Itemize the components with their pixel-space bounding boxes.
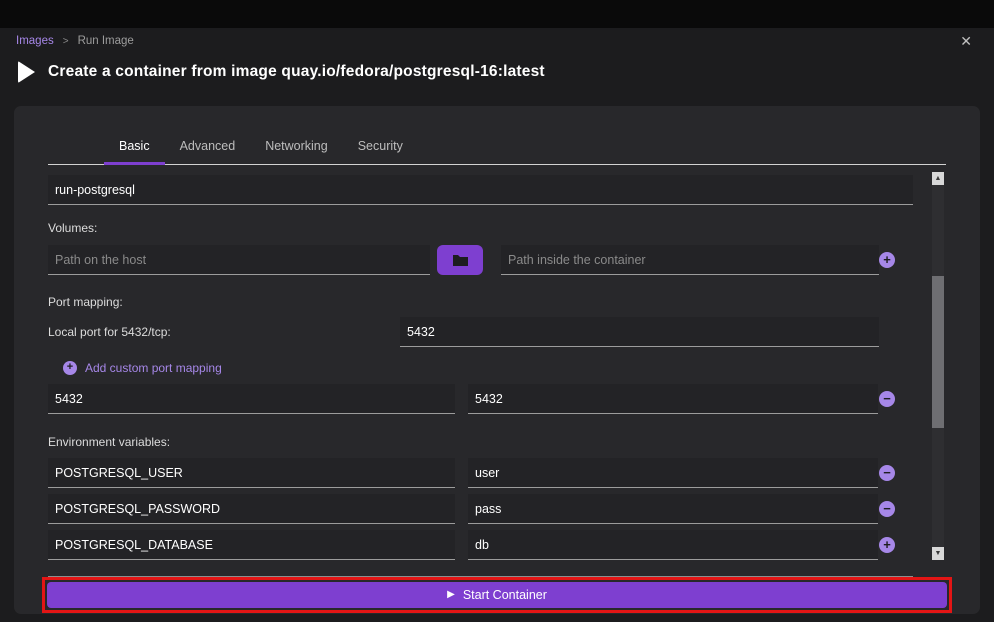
port-mapping-label: Port mapping: [48, 295, 913, 309]
breadcrumb-current: Run Image [78, 35, 134, 47]
run-play-icon [18, 61, 35, 83]
env-row: − [48, 455, 913, 491]
start-container-button[interactable]: ▶ Start Container [47, 582, 947, 608]
volumes-label: Volumes: [48, 221, 913, 235]
browse-folder-button[interactable] [437, 245, 483, 275]
scrollbar-thumb[interactable] [932, 276, 944, 428]
annotation-highlight-box: ▶ Start Container [42, 577, 952, 613]
form-content: Volumes: + Port mapping: Local port for … [14, 165, 913, 577]
env-value-input[interactable] [468, 530, 878, 560]
close-icon[interactable]: ✕ [954, 32, 978, 50]
add-env-row-icon[interactable]: + [879, 537, 895, 553]
env-value-input[interactable] [468, 494, 878, 524]
env-key-input[interactable] [48, 458, 455, 488]
page-title: Create a container from image quay.io/fe… [48, 63, 545, 81]
tab-security[interactable]: Security [343, 132, 418, 165]
add-volume-icon[interactable]: + [879, 252, 895, 268]
env-row: − [48, 491, 913, 527]
add-custom-port-mapping-link[interactable]: + Add custom port mapping [63, 361, 913, 375]
custom-port-container-input[interactable] [468, 384, 878, 414]
tab-bar: Basic Advanced Networking Security [48, 106, 946, 165]
remove-env-row-icon[interactable]: − [879, 465, 895, 481]
tab-basic[interactable]: Basic [104, 132, 165, 165]
vertical-scrollbar[interactable]: ▲ ▼ [932, 172, 944, 560]
volume-container-path-input[interactable] [501, 245, 879, 275]
page-header: Images > Run Image ✕ Create a container … [0, 28, 994, 96]
add-port-mapping-icon: + [63, 361, 77, 375]
container-name-input[interactable] [48, 175, 913, 205]
play-icon: ▶ [447, 590, 455, 600]
local-port-label: Local port for 5432/tcp: [48, 325, 400, 339]
custom-port-host-input[interactable] [48, 384, 455, 414]
run-image-form-panel: Basic Advanced Networking Security Volum… [14, 106, 980, 614]
breadcrumb-images-link[interactable]: Images [16, 35, 54, 47]
remove-env-row-icon[interactable]: − [879, 501, 895, 517]
env-row: + [48, 527, 913, 563]
custom-port-row: − [48, 381, 913, 417]
breadcrumb-separator: > [63, 36, 69, 47]
remove-port-mapping-icon[interactable]: − [879, 391, 895, 407]
start-container-label: Start Container [463, 588, 547, 602]
volume-host-path-input[interactable] [48, 245, 430, 275]
tab-advanced[interactable]: Advanced [165, 132, 251, 165]
tab-networking[interactable]: Networking [250, 132, 343, 165]
form-footer: ▶ Start Container [14, 577, 980, 622]
env-value-input[interactable] [468, 458, 878, 488]
env-key-input[interactable] [48, 530, 455, 560]
breadcrumb: Images > Run Image ✕ [16, 28, 978, 54]
window-titlebar [0, 0, 994, 28]
scroll-down-icon[interactable]: ▼ [932, 547, 944, 560]
env-key-input[interactable] [48, 494, 455, 524]
folder-icon [452, 253, 469, 267]
local-port-input[interactable] [400, 317, 879, 347]
environment-variables-label: Environment variables: [48, 435, 913, 449]
add-port-mapping-label: Add custom port mapping [85, 361, 222, 375]
scroll-up-icon[interactable]: ▲ [932, 172, 944, 185]
